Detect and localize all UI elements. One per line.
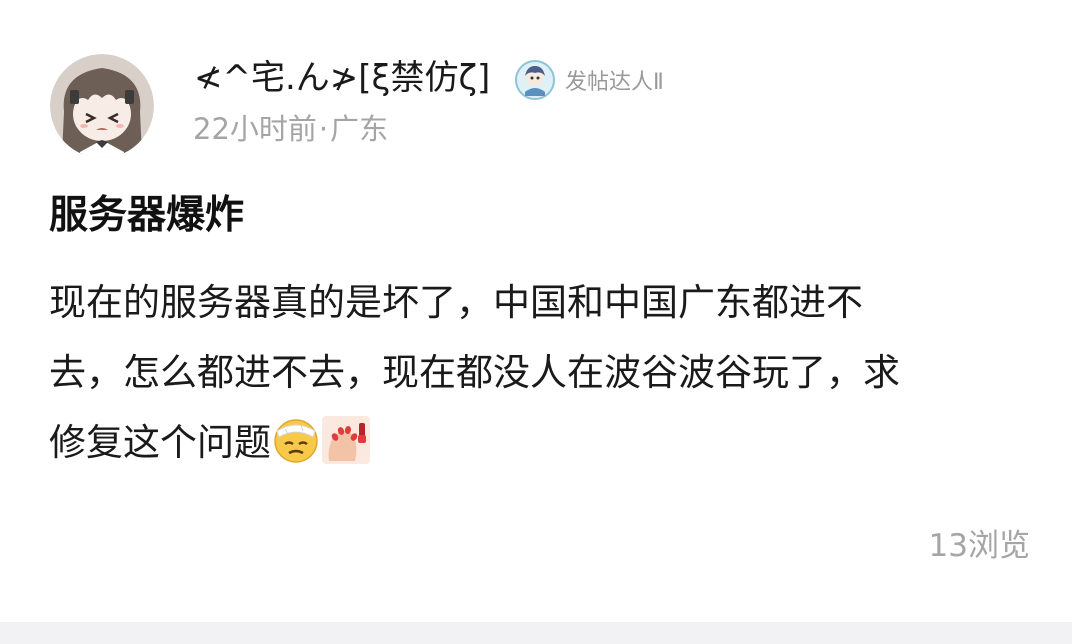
bottom-divider	[0, 622, 1072, 644]
bandaged-face-emoji-icon	[271, 415, 321, 465]
badge-label: 发帖达人Ⅱ	[565, 70, 664, 95]
character-badge-icon	[515, 60, 555, 100]
author-username[interactable]: ≮^宅.ん≯[ξ禁仿ζ]	[194, 56, 490, 100]
post-location: 广东	[330, 112, 389, 146]
post-meta: 22小时前·广东	[193, 110, 388, 148]
post-card: ≮^宅.ん≯[ξ禁仿ζ] 发帖达人Ⅱ 22小时前·广东 服务器爆炸 现在的服务器…	[0, 0, 1072, 622]
view-count: 13浏览	[928, 528, 1030, 564]
post-body-text: 修复这个问题	[49, 421, 271, 464]
anime-girl-avatar-icon	[50, 54, 154, 158]
post-title: 服务器爆炸	[49, 193, 245, 238]
post-body-line-last: 修复这个问题	[49, 408, 1029, 478]
author-avatar[interactable]	[50, 54, 154, 158]
post-body: 现在的服务器真的是坏了，中国和中国广东都进不 去，怎么都进不去，现在都没人在波谷…	[49, 268, 1029, 478]
post-body-line: 去，怎么都进不去，现在都没人在波谷波谷玩了，求	[49, 351, 900, 394]
post-body-line: 现在的服务器真的是坏了，中国和中国广东都进不	[49, 281, 863, 324]
meta-separator: ·	[318, 112, 329, 146]
nail-polish-emoji-icon	[321, 415, 371, 465]
user-badge[interactable]: 发帖达人Ⅱ	[515, 60, 664, 100]
post-time: 22小时前	[193, 112, 317, 146]
